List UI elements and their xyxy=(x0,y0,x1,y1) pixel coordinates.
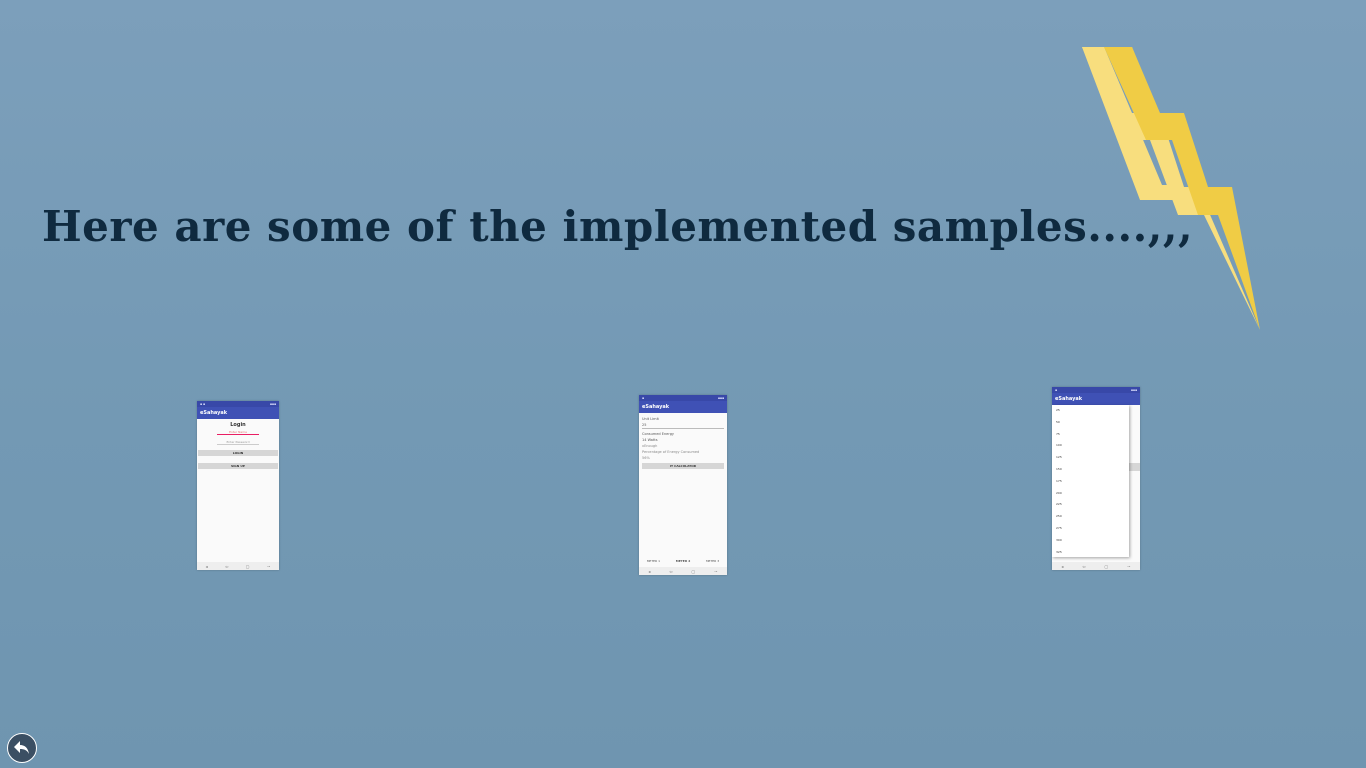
undo-arrow-icon xyxy=(14,741,29,754)
app-title: eSahayak xyxy=(639,401,727,413)
dropdown-option: 200 xyxy=(1056,490,1062,495)
nav-bar: ◂ ⇦ ▢ ⇀ xyxy=(197,562,279,570)
tab-meter-1: METER 1 xyxy=(646,559,661,563)
dropdown-option: 250 xyxy=(1056,514,1062,519)
slide-title: Here are some of the implemented samples… xyxy=(42,202,1194,251)
dropdown-option: 325 xyxy=(1056,549,1062,554)
login-button: LOGIN xyxy=(198,450,278,456)
dropdown-option: 75 xyxy=(1056,431,1060,436)
dropdown-option: 225 xyxy=(1056,502,1062,507)
tab-meter-3: METER 3 xyxy=(705,559,720,563)
meter-tabs: METER 1 METER 2 METER 3 xyxy=(639,559,727,563)
percent-value: 56% xyxy=(642,456,650,460)
login-heading: Login xyxy=(230,422,246,428)
dropdown-option: 125 xyxy=(1056,455,1062,460)
dropdown-option: 25 xyxy=(1056,408,1060,412)
background-bar xyxy=(1128,463,1140,471)
username-field: Enter Name xyxy=(217,430,259,435)
calculate-button: IT CALCULATOR xyxy=(642,463,724,469)
signup-button: SIGN UP xyxy=(198,463,278,469)
app-title: eSahayak xyxy=(197,407,279,419)
unit-value: 25 xyxy=(642,422,724,429)
password-field: Enter Password xyxy=(217,440,259,445)
dropdown-option: 275 xyxy=(1056,525,1062,530)
back-button[interactable] xyxy=(7,733,37,763)
dropdown-screenshot: ▪ ▪▪▪ eSahayak 25 50 75 100 125 150 175 2… xyxy=(1052,387,1140,570)
nav-bar: ◂ ⇦ ▢ ⇀ xyxy=(639,567,727,575)
dropdown-option: 300 xyxy=(1056,537,1062,542)
tab-meter-2: METER 2 xyxy=(675,559,691,563)
nav-bar: ◂ ⇦ ▢ ⇀ xyxy=(1052,562,1140,570)
dropdown-option: 50 xyxy=(1056,419,1060,424)
dropdown-list: 25 50 75 100 125 150 175 200 225 250 275… xyxy=(1052,405,1129,557)
dropdown-option: 100 xyxy=(1056,443,1062,448)
app-title: eSahayak xyxy=(1052,393,1140,405)
dropdown-option: 175 xyxy=(1056,478,1062,483)
lightning-bolt-icon xyxy=(1082,47,1260,330)
dropdown-option: 150 xyxy=(1056,466,1062,471)
login-screenshot: ▪ ▪ ▪▪▪ eSahayak Login Enter Name Enter P… xyxy=(197,401,279,570)
calculator-screenshot: ▪ ▪▪▪ eSahayak Unit Limit 25 Consumed Ene… xyxy=(639,395,727,575)
